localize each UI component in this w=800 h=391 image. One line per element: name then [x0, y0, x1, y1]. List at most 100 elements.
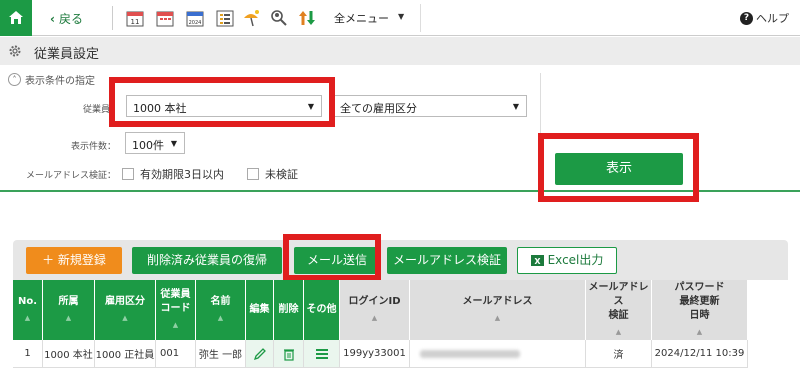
employment-type-select[interactable]: 全ての雇用区分 ▼	[333, 95, 527, 117]
col-header-delete: 削除	[274, 280, 304, 340]
sort-icon: ▲	[494, 314, 501, 322]
cell-login-id: 199yy33001	[340, 340, 410, 368]
page-title-bar: 従業員設定	[0, 37, 800, 65]
new-registration-button[interactable]: ＋ 新規登録	[26, 247, 122, 274]
cell-employee-code: 001	[156, 340, 196, 368]
col-header-label: ログインID	[348, 296, 401, 307]
vacation-icon[interactable]	[242, 9, 260, 27]
pencil-icon	[253, 347, 266, 360]
calendar-check-icon[interactable]	[156, 9, 174, 27]
home-icon	[9, 11, 23, 24]
col-header-label: 雇用区分	[105, 296, 145, 307]
count-select[interactable]: 100件 ▼	[125, 132, 185, 154]
expiry-checkbox-label: 有効期限3日以内	[140, 168, 224, 181]
col-header-label: 編集	[249, 304, 270, 315]
back-link[interactable]: ‹ 戻る	[50, 10, 83, 27]
calendar-2024-icon[interactable]: 2024	[186, 9, 204, 27]
filter-section-toggle[interactable]: ˄ 表示条件の指定	[8, 72, 95, 87]
delete-button[interactable]	[274, 340, 304, 368]
sort-icon: ▲	[217, 314, 224, 322]
edit-button[interactable]	[246, 340, 274, 368]
filter-section-label: 表示条件の指定	[25, 76, 95, 87]
gear-icon	[9, 45, 21, 57]
action-bar: ＋ 新規登録 削除済み従業員の復帰 メール送信 メールアドレス検証 X Exce…	[13, 240, 788, 280]
cell-dept: 1000 本社	[43, 340, 95, 368]
col-header-label: No.	[17, 296, 38, 307]
checkbox[interactable]	[247, 168, 259, 180]
sort-arrows-icon[interactable]	[298, 9, 316, 27]
restore-deleted-button[interactable]: 削除済み従業員の復帰	[132, 247, 282, 274]
col-header-label: 従業員 コード	[160, 289, 191, 314]
sort-icon: ▲	[65, 314, 72, 322]
chevron-left-icon: ‹	[50, 11, 55, 26]
col-header-label: パスワード 最終更新 日時	[674, 282, 725, 321]
help-link[interactable]: ? ヘルプ	[740, 10, 789, 26]
cell-email	[410, 340, 586, 368]
excel-export-button[interactable]: X Excel出力	[517, 247, 617, 274]
cell-email-verified: 済	[586, 340, 652, 368]
all-menu-dropdown[interactable]: 全メニュー	[334, 10, 389, 26]
divider	[420, 4, 421, 32]
list-icon[interactable]	[216, 9, 234, 27]
employee-label: 従業員	[82, 105, 110, 115]
unverified-checkbox-label: 未検証	[265, 168, 298, 181]
highlight-employee-select	[109, 77, 335, 127]
col-header-dept[interactable]: 所属 ▲	[43, 280, 95, 340]
cell-name: 弥生 一郎	[196, 340, 246, 368]
col-header-label: 削除	[278, 304, 299, 315]
employment-type-value: 全ての雇用区分	[340, 102, 417, 115]
col-header-email-verified[interactable]: メールアドレス 検証 ▲	[586, 280, 652, 340]
svg-text:X: X	[534, 257, 541, 266]
sort-icon: ▲	[172, 321, 179, 329]
highlight-send-mail-button	[283, 234, 381, 281]
cell-password-updated: 2024/12/11 10:39	[652, 340, 748, 368]
back-label: 戻る	[58, 12, 83, 26]
caret-down-icon: ▼	[170, 139, 177, 148]
col-header-login-id[interactable]: ログインID ▲	[340, 280, 410, 340]
checkbox[interactable]	[122, 168, 134, 180]
cell-no: 1	[13, 340, 43, 368]
cell-employment-type: 1000 正社員	[95, 340, 156, 368]
col-header-label: 所属	[58, 296, 79, 307]
svg-text:2024: 2024	[189, 20, 202, 26]
divider	[112, 6, 113, 30]
col-header-employee-code[interactable]: 従業員 コード ▲	[156, 280, 196, 340]
verify-email-button[interactable]: メールアドレス検証	[387, 247, 507, 274]
chevron-up-icon: ˄	[8, 73, 21, 86]
help-label: ヘルプ	[756, 12, 789, 25]
caret-down-icon[interactable]: ▼	[398, 12, 404, 21]
col-header-label: メールアドレス	[462, 296, 533, 307]
sort-icon: ▲	[371, 314, 378, 322]
sort-icon: ▲	[696, 328, 703, 336]
other-menu-button[interactable]	[304, 340, 340, 368]
col-header-no[interactable]: No. ▲	[13, 280, 43, 340]
col-header-other: その他	[304, 280, 340, 340]
sort-icon: ▲	[615, 328, 622, 336]
caret-down-icon: ▼	[512, 102, 519, 111]
excel-export-label: Excel出力	[547, 253, 604, 267]
redacted-email	[420, 349, 520, 358]
sort-icon: ▲	[24, 314, 31, 322]
col-header-label: その他	[306, 304, 337, 315]
sort-icon: ▲	[122, 314, 128, 322]
excel-icon: X	[530, 255, 544, 266]
help-icon: ?	[740, 11, 753, 25]
count-label: 表示件数：	[70, 142, 116, 152]
col-header-employment-type[interactable]: 雇用区分 ▲	[95, 280, 156, 340]
col-header-password-updated[interactable]: パスワード 最終更新 日時 ▲	[652, 280, 748, 340]
highlight-show-button	[538, 133, 699, 202]
trash-icon	[283, 348, 294, 361]
unverified-checkbox[interactable]: 未検証	[247, 166, 298, 182]
calendar-icon[interactable]: 11	[126, 9, 144, 27]
col-header-email[interactable]: メールアドレス ▲	[410, 280, 586, 340]
col-header-edit: 編集	[246, 280, 274, 340]
count-select-value: 100件	[132, 139, 164, 152]
col-header-name[interactable]: 名前 ▲	[196, 280, 246, 340]
hamburger-icon	[315, 348, 328, 359]
svg-text:11: 11	[131, 18, 140, 26]
home-button[interactable]	[0, 0, 32, 36]
col-header-label: メールアドレス 検証	[588, 282, 649, 321]
expiry-checkbox[interactable]: 有効期限3日以内	[122, 166, 224, 182]
email-verify-label: メールアドレス検証：	[25, 171, 116, 181]
user-search-icon[interactable]	[270, 9, 288, 27]
